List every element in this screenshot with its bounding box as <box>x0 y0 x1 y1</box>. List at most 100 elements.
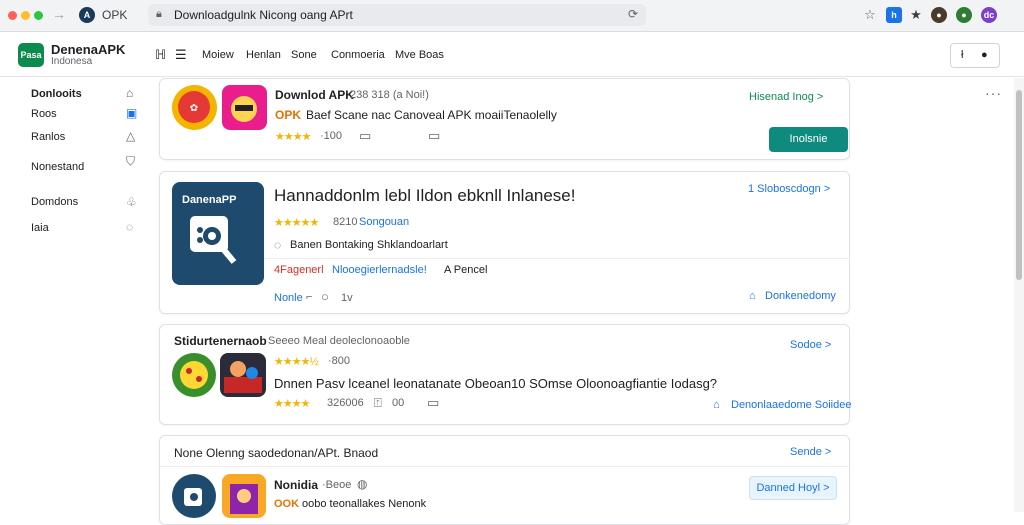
hand-icon[interactable]: ♧ <box>126 195 137 209</box>
divider <box>160 466 849 467</box>
scrollbar-thumb[interactable] <box>1016 90 1022 280</box>
app-subtitle: oobo teonallakes Nenonk <box>302 498 427 510</box>
section-link[interactable]: 1 Sloboscdogn > <box>748 183 830 195</box>
sidebar-item-domdons[interactable]: Domdons <box>31 196 78 208</box>
featured-app-thumbnail[interactable]: DanenaPP <box>172 182 264 285</box>
install-button[interactable]: Inolsnie <box>769 127 848 152</box>
app-link[interactable]: Hisenad Inog > <box>749 91 823 103</box>
share-count: 00 <box>392 397 405 409</box>
more-options-icon[interactable]: ··· <box>985 85 1002 101</box>
sidebar-item-nonestand[interactable]: Nonestand <box>31 161 84 173</box>
url-text[interactable]: Downloadgulnk Nicong oang APrt <box>174 8 353 22</box>
header-action-button[interactable]: ł ● <box>950 43 1000 68</box>
app-card[interactable]: Stidurtenernaob Seeeo Meal deoleclonoaob… <box>159 324 851 425</box>
nav-link-2[interactable]: Henlan <box>246 49 281 61</box>
app-title[interactable]: Downlod APK <box>275 88 354 102</box>
sidebar-item-roos[interactable]: Roos <box>31 108 57 120</box>
apk-site-icon: A <box>79 7 95 23</box>
sidebar-item-ranlos[interactable]: Ranlos <box>31 131 65 143</box>
tag-plain: A Pencel <box>444 264 488 276</box>
close-window-button[interactable] <box>8 11 17 20</box>
rating-stars: ★★★★½ <box>274 356 319 368</box>
tab-title[interactable]: OPK <box>102 8 127 22</box>
app-thumbnail[interactable] <box>222 85 267 130</box>
nav-link-3[interactable]: Sone <box>291 49 317 61</box>
chat-icon[interactable]: ◌ <box>126 220 133 234</box>
download-count: 326006 <box>327 397 364 409</box>
featured-app-card[interactable]: DanenaPP Hannaddonlm lebl Ildon ebknll I… <box>159 171 850 314</box>
scrollbar[interactable] <box>1014 78 1024 512</box>
account-icon[interactable]: dc <box>981 7 997 23</box>
app-art-icon: ✿ <box>178 91 210 123</box>
extension-icon[interactable]: h <box>886 7 902 23</box>
sidebar-item-downloads[interactable]: Donlooits <box>31 88 82 100</box>
shield-icon[interactable]: ⛉ <box>126 154 135 169</box>
menu-icon[interactable]: ☰ <box>175 47 187 63</box>
extension-green-icon[interactable]: ● <box>956 7 972 23</box>
footer-count: 1v <box>341 292 353 304</box>
magnifier-icon <box>184 488 202 506</box>
site-logo[interactable]: Pasa <box>18 43 44 67</box>
app-tag: OPK <box>275 108 302 122</box>
rating-value: 8210 <box>333 216 358 228</box>
section-link[interactable]: Sodoe > <box>790 339 831 351</box>
tag-blue[interactable]: Nlooegierlernadsle! <box>332 264 427 276</box>
app-thumbnail[interactable] <box>220 353 266 397</box>
brand-name[interactable]: DenenaAPK <box>51 42 125 57</box>
action-pill-button[interactable]: Danned Hoyl > <box>749 476 837 500</box>
app-name[interactable]: Nonidia <box>274 478 318 492</box>
reload-icon[interactable]: ⟳ <box>628 7 638 21</box>
folder-icon[interactable]: ▭ <box>427 395 439 411</box>
app-card[interactable]: ✿ Downlod APK 238 318 (a Noi!) OPK Baef … <box>159 78 850 160</box>
app-subtitle[interactable]: Dnnen Pasv lceanel leonatanate Obeoan10 … <box>274 376 717 391</box>
app-art-icon <box>180 361 208 389</box>
header-action-dot-icon: ● <box>981 49 988 61</box>
app-thumbnail[interactable] <box>172 353 216 397</box>
app-thumbnail[interactable] <box>222 474 266 518</box>
lock-icon: 🔒︎ <box>156 8 162 20</box>
game-art-icon <box>230 484 258 514</box>
app-meta: ·Beoe <box>322 479 352 491</box>
chat-bubble-icon: ◌ <box>274 238 282 252</box>
site-header: Pasa DenenaAPK Indonesa ℍ ☰ Moiew Henlan… <box>0 33 1024 77</box>
rating-stars: ★★★★ <box>275 131 311 143</box>
rating-link[interactable]: Songouan <box>359 216 409 228</box>
footer-link[interactable]: Nonle <box>274 292 303 304</box>
header-action-left: ł <box>961 49 964 61</box>
app-meta: 238 318 (a Noi!) <box>350 89 429 101</box>
sidebar-item-iaia[interactable]: Iaia <box>31 222 49 234</box>
tag-red[interactable]: 4Fagenerl <box>274 264 324 276</box>
grid-icon[interactable]: ℍ <box>155 47 166 63</box>
folder-icon[interactable]: ▭ <box>359 128 371 144</box>
share-icon[interactable]: ⍐ <box>374 395 382 411</box>
nav-link-5[interactable]: Mve Boas <box>395 49 444 61</box>
info-icon[interactable]: ◍ <box>357 477 367 491</box>
nav-link-4[interactable]: Conmoeria <box>331 49 385 61</box>
maximize-window-button[interactable] <box>34 11 43 20</box>
profile-icon[interactable]: ● <box>931 7 947 23</box>
address-bar[interactable]: 🔒︎ Downloadgulnk Nicong oang APrt ⟳ <box>148 4 646 26</box>
section-link[interactable]: Sende > <box>790 446 831 458</box>
rating-stars: ★★★★★ <box>274 217 319 229</box>
nav-link-1[interactable]: Moiew <box>202 49 234 61</box>
house-icon[interactable]: ⌂ <box>713 399 720 411</box>
folder-icon[interactable]: ▭ <box>428 128 440 144</box>
house-icon[interactable]: ⌂ <box>749 290 756 302</box>
bottom-link[interactable]: Denonlaaedome Soiidee <box>731 399 851 411</box>
home-icon[interactable]: ⌂ <box>126 86 133 100</box>
divider <box>264 258 850 259</box>
minimize-window-button[interactable] <box>21 11 30 20</box>
rating-count: ·800 <box>328 355 351 367</box>
featured-title[interactable]: Hannaddonlm lebl Ildon ebknll Inlanese! <box>274 186 575 206</box>
bookmark-icon[interactable]: ☆ <box>862 7 878 23</box>
clock-icon[interactable]: ○ <box>321 289 329 304</box>
arrow-icon: ⌐ <box>306 291 313 303</box>
svg-text:✿: ✿ <box>190 103 198 114</box>
message-icon[interactable]: ▣ <box>126 106 137 120</box>
app-thumbnail[interactable] <box>172 474 216 518</box>
app-thumbnail[interactable]: ✿ <box>172 85 217 130</box>
thumbs-up-icon[interactable]: △ <box>126 129 135 143</box>
bottom-right-link[interactable]: Donkenedomy <box>765 290 836 302</box>
forward-icon[interactable]: → <box>52 6 66 22</box>
star-icon[interactable]: ★ <box>908 7 924 23</box>
